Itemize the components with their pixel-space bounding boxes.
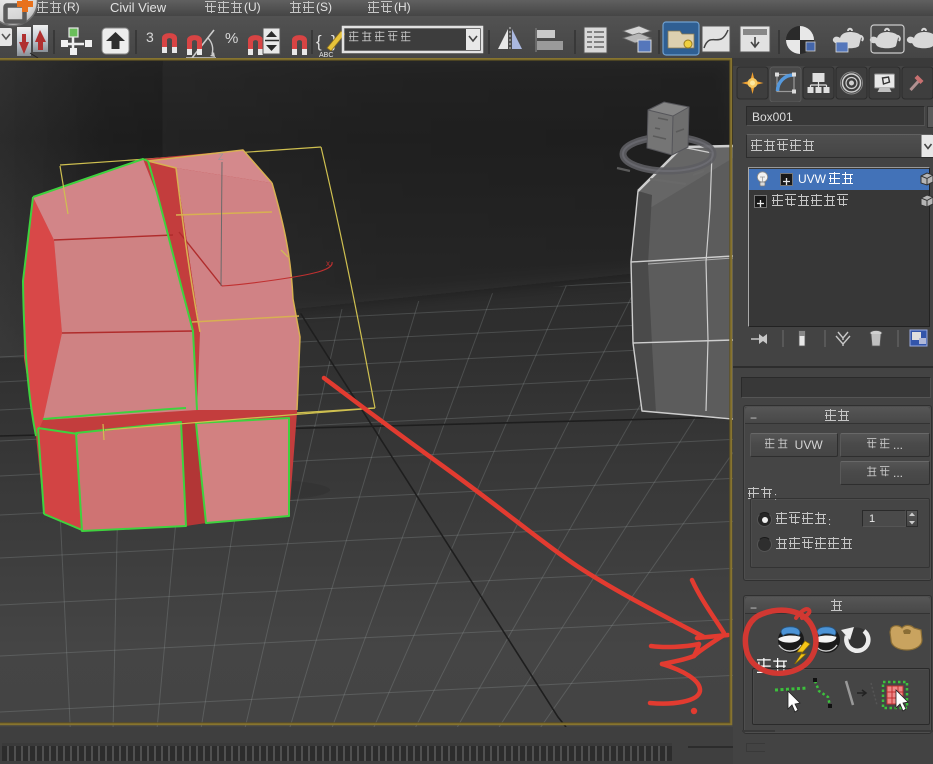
svg-text:x: x [326,259,330,268]
svg-text:{: { [316,32,322,51]
svg-text:%: % [225,30,238,47]
svg-text:Z: Z [218,152,224,162]
svg-text:3: 3 [146,29,154,45]
